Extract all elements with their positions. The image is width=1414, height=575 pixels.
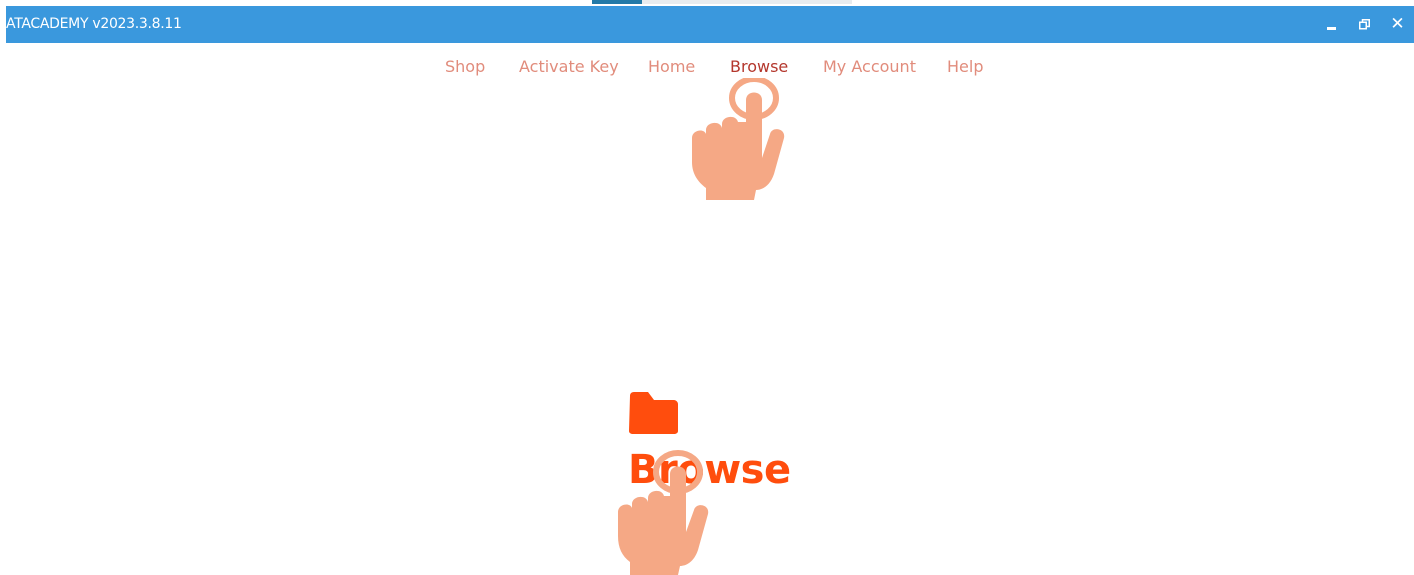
folder-icon: [629, 392, 678, 434]
close-button[interactable]: ✕: [1381, 6, 1414, 43]
minimize-icon: [1327, 19, 1336, 30]
nav-my-account[interactable]: My Account: [823, 56, 916, 78]
nav-browse[interactable]: Browse: [730, 56, 788, 78]
window-title: ATACADEMY v2023.3.8.11: [6, 16, 182, 32]
restore-icon: [1359, 19, 1370, 30]
title-bar-tab-accent: [592, 0, 642, 4]
tap-hand-icon: [692, 78, 785, 200]
nav-shop[interactable]: Shop: [445, 56, 485, 78]
title-bar: ATACADEMY v2023.3.8.11 ✕: [6, 0, 1414, 43]
window-controls: ✕: [1315, 6, 1414, 43]
restore-button[interactable]: [1348, 6, 1381, 43]
nav-home[interactable]: Home: [648, 56, 695, 78]
title-bar-tab-strip: [592, 0, 852, 4]
minimize-button[interactable]: [1315, 6, 1348, 43]
close-icon: ✕: [1390, 14, 1405, 34]
tap-hand-icon: [618, 450, 709, 575]
nav-activate-key[interactable]: Activate Key: [519, 56, 619, 78]
nav-help[interactable]: Help: [947, 56, 983, 78]
